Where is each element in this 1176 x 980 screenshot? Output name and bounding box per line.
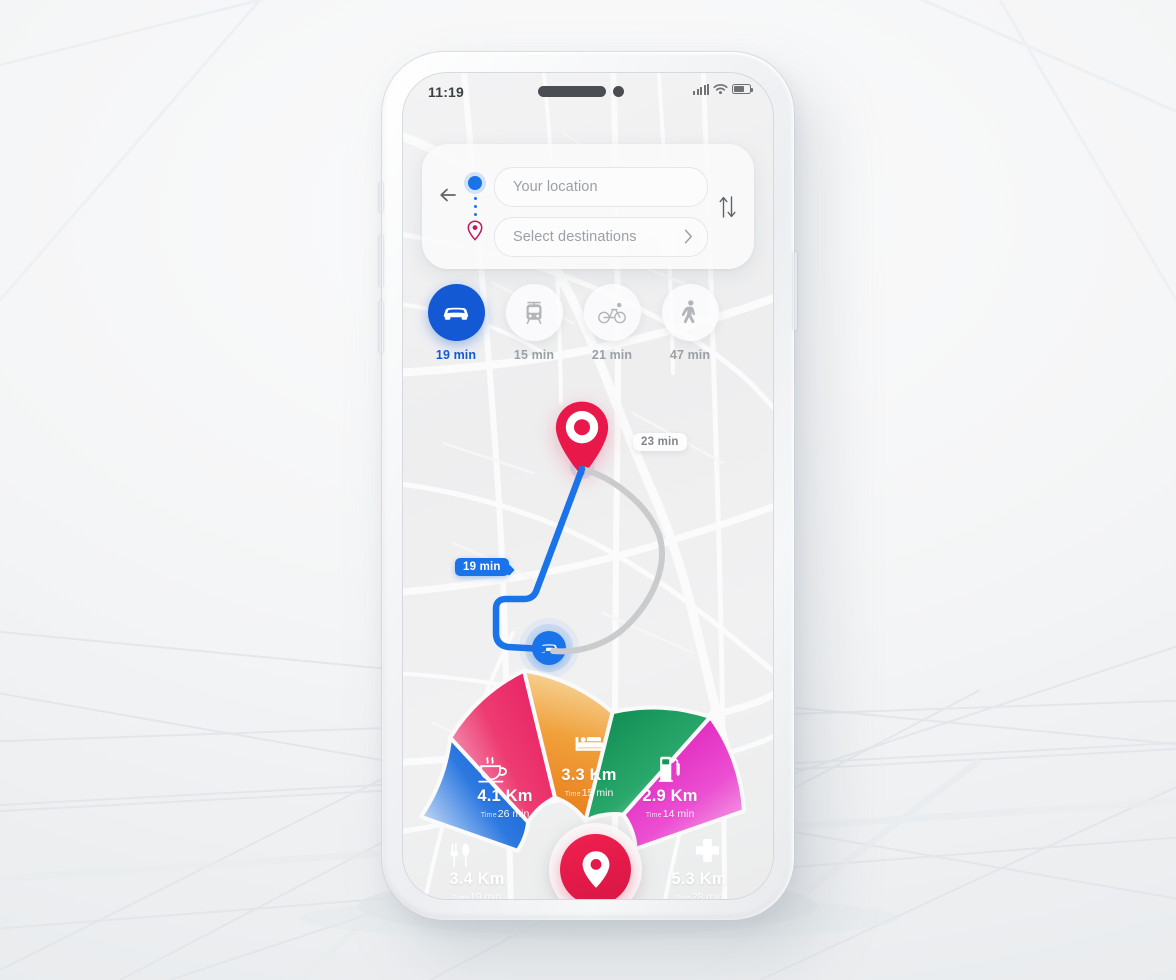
bus-icon xyxy=(526,301,542,324)
mode-walk-label: 47 min xyxy=(669,348,711,362)
status-icons xyxy=(693,83,753,95)
destination-input[interactable]: Select destinations xyxy=(494,217,708,257)
map-pin-icon xyxy=(467,220,483,241)
power-button[interactable] xyxy=(793,252,797,330)
walk-icon xyxy=(681,300,696,324)
mode-bus-label: 15 min xyxy=(513,348,555,362)
transport-mode-selector: 19 min 15 min 21 min 47 min xyxy=(427,284,747,364)
mode-bicycle-label: 21 min xyxy=(591,348,633,362)
status-bar: 11:19 xyxy=(403,73,773,113)
mode-walk-circle xyxy=(661,284,719,341)
mode-bicycle[interactable]: 21 min xyxy=(583,284,641,364)
phone-screen: 11:19 Your location Select destinations … xyxy=(403,73,773,899)
search-card: Your location Select destinations xyxy=(422,144,754,269)
map-pin-icon xyxy=(582,851,609,888)
battery-icon xyxy=(732,84,753,94)
route-dot xyxy=(473,205,477,208)
mode-car[interactable]: 19 min xyxy=(427,284,485,364)
mode-car-circle xyxy=(427,284,485,341)
phone-device: 11:19 Your location Select destinations … xyxy=(379,52,797,920)
silent-switch[interactable] xyxy=(379,182,383,212)
route-dot xyxy=(473,197,477,200)
swap-vertical-icon[interactable] xyxy=(719,195,736,219)
wifi-icon xyxy=(713,84,728,95)
back-arrow-icon[interactable] xyxy=(438,185,458,205)
route-indicator xyxy=(466,176,484,242)
mode-bus[interactable]: 15 min xyxy=(505,284,563,364)
origin-placeholder: Your location xyxy=(513,179,598,195)
status-clock: 11:19 xyxy=(428,84,465,100)
car-icon xyxy=(443,307,469,320)
signal-icon xyxy=(693,83,709,95)
origin-input[interactable]: Your location xyxy=(494,167,708,207)
route-dot xyxy=(473,213,477,216)
dynamic-island xyxy=(538,86,606,97)
mode-bus-circle xyxy=(505,284,563,341)
bicycle-icon xyxy=(598,302,626,323)
mode-bicycle-circle xyxy=(583,284,641,341)
volume-down-button[interactable] xyxy=(379,301,383,353)
front-camera-icon xyxy=(613,86,624,97)
mode-car-label: 19 min xyxy=(435,348,477,362)
origin-dot-icon xyxy=(468,176,482,190)
mode-walk[interactable]: 47 min xyxy=(661,284,719,364)
wheel-center-button[interactable] xyxy=(560,834,631,899)
chevron-right-icon[interactable] xyxy=(684,229,693,244)
destination-placeholder: Select destinations xyxy=(513,229,637,245)
volume-up-button[interactable] xyxy=(379,235,383,287)
